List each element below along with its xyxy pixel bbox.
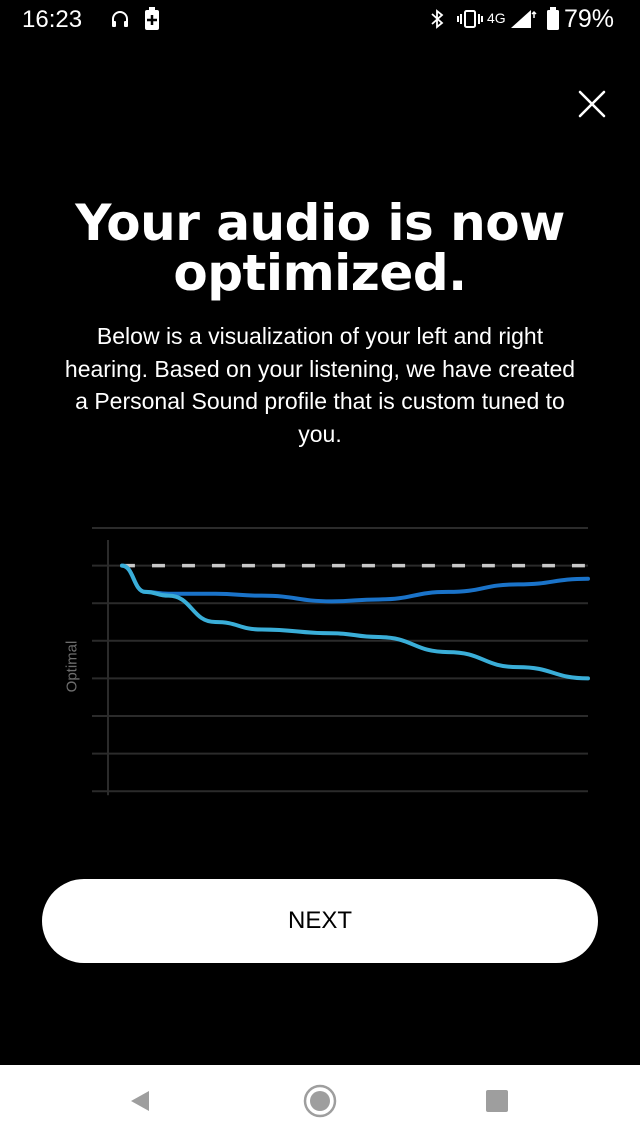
status-time: 16:23 xyxy=(22,6,83,33)
hearing-chart xyxy=(60,520,600,800)
vibrate-icon xyxy=(456,9,484,29)
nav-bar xyxy=(0,1065,640,1137)
battery-saver-icon xyxy=(144,7,160,31)
close-icon xyxy=(578,90,606,118)
close-button[interactable] xyxy=(574,86,610,122)
home-button[interactable] xyxy=(300,1081,340,1121)
series-line-1 xyxy=(120,563,590,604)
signal-icon xyxy=(509,8,539,30)
back-button[interactable] xyxy=(120,1081,160,1121)
description-text: Below is a visualization of your left an… xyxy=(64,323,576,447)
hearing-chart-svg xyxy=(92,527,590,796)
recents-button[interactable] xyxy=(477,1081,517,1121)
headphones-icon xyxy=(110,10,130,28)
page-title: Your audio is now optimized. xyxy=(75,194,565,302)
battery-percent: 79% xyxy=(564,5,615,33)
status-bar: 16:23 4G 79% xyxy=(0,0,640,40)
recents-icon xyxy=(486,1090,508,1112)
home-icon xyxy=(303,1084,337,1118)
next-button[interactable]: NEXT xyxy=(42,879,598,963)
back-icon xyxy=(131,1091,149,1111)
bluetooth-icon xyxy=(430,9,444,29)
network-type: 4G xyxy=(487,10,506,26)
battery-icon xyxy=(546,7,560,31)
